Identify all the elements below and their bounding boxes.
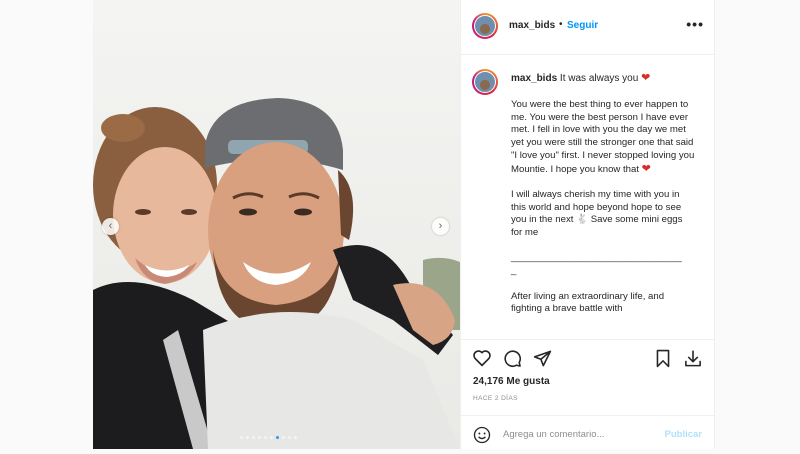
carousel-dot (282, 436, 285, 439)
action-bar: 24,176 Me gusta HACE 2 DÍAS Agrega un co… (461, 339, 714, 450)
carousel-dot (264, 436, 267, 439)
caption-first-line: It was always you (559, 73, 639, 84)
post-timestamp: HACE 2 DÍAS (473, 395, 518, 402)
next-icon[interactable]: › (432, 218, 449, 235)
carousel-dot (270, 436, 273, 439)
carousel-dot (240, 436, 243, 439)
comment-form: Agrega un comentario... Publicar (461, 415, 714, 451)
carousel-dot (276, 436, 279, 439)
heart-emoji-icon: ❤ (641, 162, 651, 175)
avatar[interactable] (472, 13, 498, 39)
rabbit-emoji-icon: 🐇 (576, 214, 589, 226)
carousel-dots (240, 436, 300, 440)
comment-icon[interactable] (503, 349, 522, 368)
post-header: max_bids • Seguir ••• (461, 0, 714, 55)
carousel-dot (294, 436, 297, 439)
caption-avatar[interactable] (472, 69, 498, 95)
comment-input[interactable]: Agrega un comentario... (503, 429, 604, 440)
caption-paragraph: I will always cherish my time with you i… (511, 188, 683, 239)
follow-button[interactable]: Seguir (567, 20, 598, 31)
caption: max_bids It was always you ❤ You were th… (461, 55, 714, 339)
prev-icon[interactable]: ‹ (102, 218, 119, 235)
carousel-dot (252, 436, 255, 439)
caption-header: max_bids It was always you ❤ (511, 72, 706, 85)
carousel-dot (288, 436, 291, 439)
carousel-dot (258, 436, 261, 439)
bookmark-icon[interactable] (655, 349, 671, 368)
heart-icon[interactable] (472, 349, 492, 367)
caption-paragraph: You were the best thing to ever happen t… (511, 99, 695, 175)
username-link[interactable]: max_bids (509, 20, 555, 31)
caption-body: You were the best thing to ever happen t… (511, 99, 696, 329)
download-icon[interactable] (683, 349, 703, 368)
heart-emoji-icon: ❤ (641, 72, 651, 84)
post-sidebar: max_bids • Seguir ••• max_bids It was al… (460, 0, 715, 449)
caption-username[interactable]: max_bids (511, 73, 557, 84)
share-icon[interactable] (533, 349, 552, 368)
separator-dot: • (559, 19, 563, 30)
publish-button[interactable]: Publicar (665, 429, 703, 440)
emoji-icon[interactable] (473, 426, 491, 444)
likes-count[interactable]: 24,176 Me gusta (473, 376, 550, 387)
post-photo[interactable]: ‹ › (93, 0, 460, 449)
caption-paragraph: After living an extraordinary life, and … (511, 290, 665, 315)
more-options-icon[interactable]: ••• (686, 16, 704, 32)
couple-selfie-image (93, 0, 460, 449)
carousel-dot (246, 436, 249, 439)
caption-divider: ________________________________ _ (511, 252, 682, 277)
